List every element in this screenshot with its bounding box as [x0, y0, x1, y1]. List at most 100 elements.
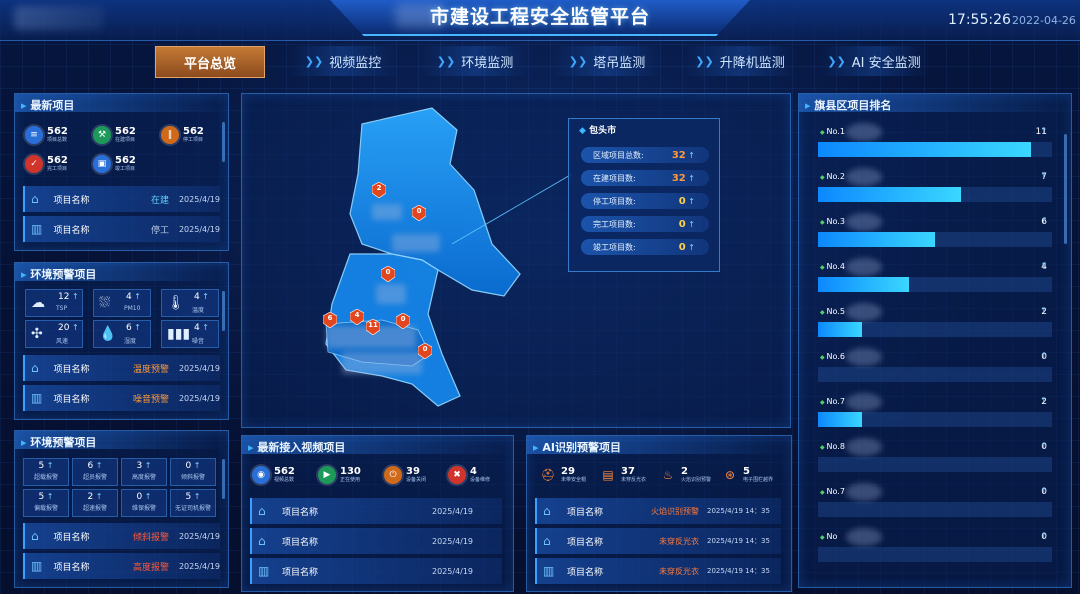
- building-icon: ⌂: [258, 534, 266, 548]
- list-item[interactable]: ⌂ 项目名称 温度预警 2025/4/19: [23, 355, 220, 381]
- tab-label: 塔吊监测: [593, 55, 646, 71]
- blurred-label: [342, 352, 422, 374]
- project-date: 2025/4/19: [178, 531, 220, 541]
- list-item[interactable]: ▥ 项目名称 高度报警 2025/4/19: [23, 553, 220, 579]
- rank-label: No.3: [820, 217, 845, 226]
- alarm-label: 偏载报警: [33, 505, 58, 512]
- tab-label: 升降机监测: [719, 55, 785, 71]
- project-marker[interactable]: 2: [371, 181, 387, 199]
- env-label: 风速: [56, 338, 69, 345]
- panel-title: AI识别预警项目: [533, 439, 621, 455]
- list-item[interactable]: ▥ 项目名称 未穿反光衣 2025/4/19 14：35: [535, 558, 781, 584]
- list-item[interactable]: ⌂ 项目名称 2025/4/19: [250, 498, 502, 524]
- stat-label: 设备维修: [470, 477, 491, 483]
- stat-video-active: ▶ 130 正在使用: [318, 466, 361, 484]
- pm-icon: ⛆: [99, 295, 111, 311]
- info-row: 停工项目数: 0: [581, 193, 709, 209]
- sound-icon: ▮▮▮: [167, 326, 191, 342]
- project-marker[interactable]: 0: [411, 204, 427, 222]
- page-title: 市建设工程安全监管平台: [429, 6, 650, 28]
- tab-label: 平台总览: [183, 56, 236, 72]
- stat-label: 电子围栏越界: [743, 477, 774, 483]
- tab-overview[interactable]: 平台总览: [155, 46, 265, 78]
- tab-ai-safety[interactable]: ❯❯ AI 安全监测: [818, 46, 930, 76]
- project-name: 项目名称: [53, 562, 90, 573]
- tab-label: 环境监测: [461, 55, 514, 71]
- list-item[interactable]: ⌂ 项目名称 在建 2025/4/19: [23, 186, 220, 212]
- project-date: 2025/4/19: [178, 224, 220, 234]
- tab-video[interactable]: ❯❯ 视频监控: [288, 46, 398, 76]
- project-date: 2025/4/19 14：35: [707, 537, 770, 545]
- arrow-up-icon: ↑: [1040, 217, 1048, 227]
- project-marker[interactable]: 0: [380, 265, 396, 283]
- tab-tower-crane[interactable]: ❯❯ 塔吊监测: [552, 46, 662, 76]
- project-marker[interactable]: 4: [349, 308, 365, 326]
- stat-in-progress: ⚒ 562 在建项目: [93, 126, 136, 144]
- stat-value: 562: [47, 155, 68, 166]
- building-icon: ▥: [31, 391, 43, 405]
- env-value: 12: [58, 292, 79, 302]
- project-marker[interactable]: 11: [365, 318, 381, 336]
- scrollbar[interactable]: [222, 291, 225, 331]
- rank-label: No.6: [820, 352, 845, 361]
- chevron-right-icon: ❯❯: [568, 54, 588, 68]
- alarm-value: 6: [73, 461, 117, 471]
- info-label: 停工项目数:: [593, 196, 636, 206]
- scrollbar[interactable]: [222, 459, 225, 499]
- list-icon: ≡: [25, 126, 43, 144]
- stat-value: 2: [681, 466, 688, 477]
- tab-label: 视频监控: [329, 55, 382, 71]
- project-marker[interactable]: 0: [395, 312, 411, 330]
- rank-label: No.1: [820, 127, 845, 136]
- region-info-popup: ◆ 包头市 区域项目总数: 32 在建项目数: 32 停工项目数: 0 完工项目…: [568, 118, 720, 272]
- blurred-label: [376, 284, 406, 304]
- wrench-icon: ✖: [448, 466, 466, 484]
- list-item[interactable]: ▥ 项目名称 噪音预警 2025/4/19: [23, 385, 220, 411]
- stat-video-off: ⏻ 39 设备关闭: [384, 466, 426, 484]
- alarm-tilt: 0 倾斜报警: [170, 458, 216, 486]
- list-item[interactable]: ⌂ 项目名称 倾斜报警 2025/4/19: [23, 523, 220, 549]
- list-item[interactable]: ⌂ 项目名称 火焰识别预警 2025/4/19 14：35: [535, 498, 781, 524]
- project-date: 2025/4/19 14：35: [707, 507, 770, 515]
- popup-title-text: 包头市: [589, 126, 617, 136]
- marker-count: 11: [368, 321, 378, 329]
- panel-title: 最新项目: [21, 97, 74, 113]
- alarm-value: 0: [122, 492, 166, 502]
- project-marker[interactable]: 0: [417, 342, 433, 360]
- project-date: 2025/4/19: [432, 566, 474, 576]
- alarm-height: 3 高度报警: [121, 458, 167, 486]
- project-status: 温度预警: [132, 364, 169, 375]
- project-name: 项目名称: [53, 532, 90, 543]
- tab-environment[interactable]: ❯❯ 环境监测: [420, 46, 530, 76]
- scrollbar[interactable]: [1064, 134, 1067, 244]
- list-item[interactable]: ▥ 项目名称 停工 2025/4/19: [23, 216, 220, 242]
- stat-value: 37: [621, 466, 635, 477]
- stat-label: 火焰识别预警: [681, 477, 712, 483]
- marker-count: 0: [416, 207, 422, 215]
- project-name: 项目名称: [282, 507, 319, 518]
- tab-label: AI 安全监测: [851, 55, 921, 71]
- build-icon: ⚒: [93, 126, 111, 144]
- list-item[interactable]: ⌂ 项目名称 未穿反光衣 2025/4/19 14：35: [535, 528, 781, 554]
- stat-label: 未带安全帽: [561, 477, 587, 483]
- marker-count: 6: [327, 314, 333, 322]
- project-status: 未穿反光衣: [659, 536, 699, 546]
- marker-count: 2: [376, 184, 382, 192]
- project-status: 倾斜报警: [132, 532, 169, 543]
- tab-elevator[interactable]: ❯❯ 升降机监测: [684, 46, 796, 76]
- stat-value: 130: [340, 466, 361, 477]
- stat-label: 项目总数: [47, 137, 68, 143]
- project-marker[interactable]: 6: [322, 311, 338, 329]
- scrollbar[interactable]: [222, 122, 225, 162]
- project-name: 项目名称: [282, 567, 319, 578]
- env-value: 4: [194, 292, 209, 302]
- list-item[interactable]: ▥ 项目名称 2025/4/19: [250, 558, 502, 584]
- project-name: 项目名称: [53, 195, 90, 206]
- list-item[interactable]: ⌂ 项目名称 2025/4/19: [250, 528, 502, 554]
- building-icon: ⌂: [258, 504, 266, 518]
- stat-fence: ⊛ 5 电子围栏越界: [721, 466, 773, 484]
- clock-date: 2022-04-26: [1012, 14, 1076, 27]
- alarm-value: 5: [24, 492, 68, 502]
- alarm-unlicensed-driver: 5 无证司机报警: [170, 489, 216, 517]
- popup-title: ◆ 包头市: [579, 123, 616, 136]
